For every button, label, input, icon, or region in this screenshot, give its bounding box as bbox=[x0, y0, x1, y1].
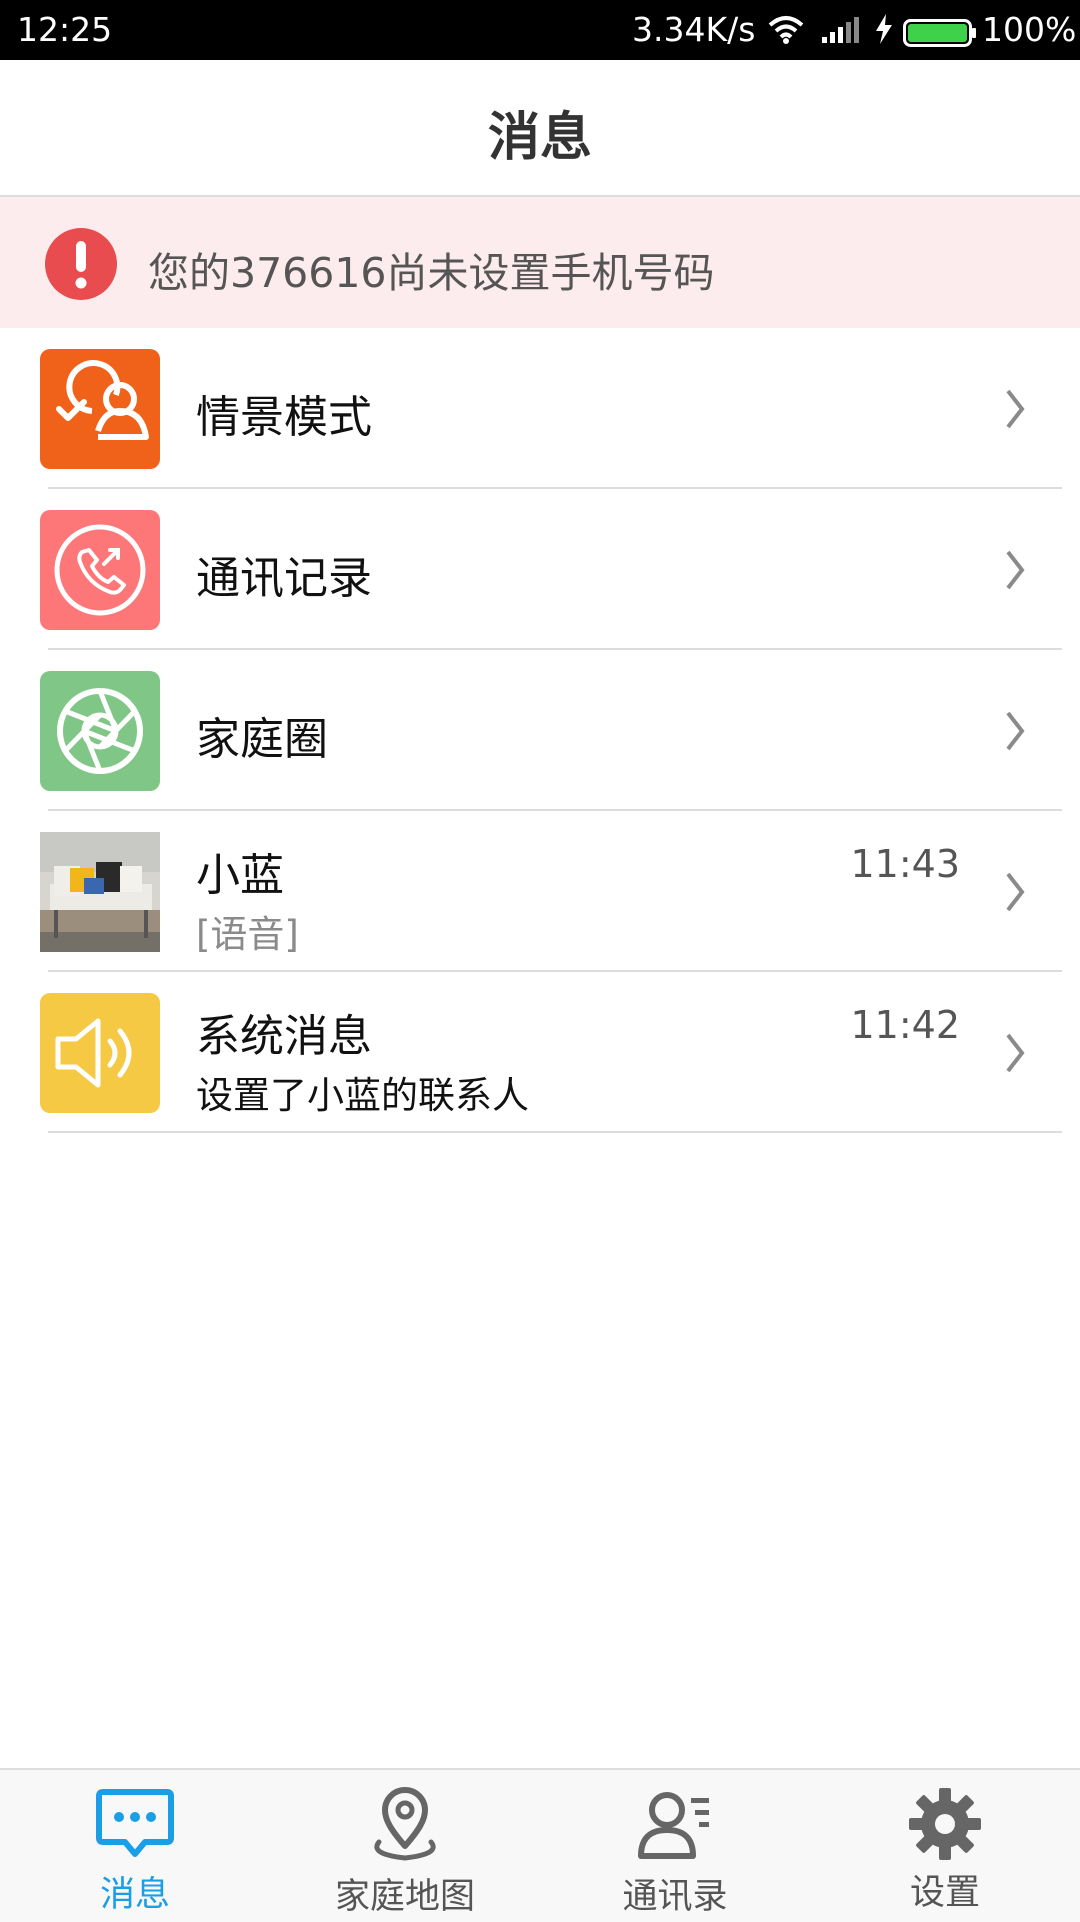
avatar bbox=[40, 832, 160, 952]
speaker-icon bbox=[40, 993, 160, 1113]
tab-settings[interactable]: 设置 bbox=[810, 1770, 1080, 1922]
item-subtitle: 设置了小蓝的联系人 bbox=[196, 1074, 529, 1117]
divider bbox=[48, 1131, 1062, 1133]
item-time: 11:43 bbox=[850, 842, 960, 886]
battery-icon bbox=[903, 16, 977, 55]
item-title: 小蓝 bbox=[196, 850, 284, 901]
list-item-family-circle[interactable]: 家庭圈 bbox=[0, 651, 1080, 811]
location-pin-icon bbox=[374, 1787, 436, 1861]
status-time: 12:25 bbox=[17, 10, 113, 49]
bottom-tab-bar: 消息 家庭地图 通讯录 设置 bbox=[0, 1768, 1080, 1922]
list-item-scene-mode[interactable]: 情景模式 bbox=[0, 329, 1080, 489]
chevron-right-icon bbox=[1006, 872, 1025, 912]
chevron-right-icon bbox=[1006, 389, 1025, 429]
exclamation-icon bbox=[45, 228, 117, 300]
wifi-icon bbox=[768, 14, 804, 53]
divider bbox=[48, 648, 1062, 650]
page-title: 消息 bbox=[487, 108, 592, 168]
tab-label: 消息 bbox=[99, 1875, 170, 1915]
app-header: 消息 bbox=[0, 60, 1080, 197]
scene-mode-icon bbox=[40, 349, 160, 469]
tab-label: 设置 bbox=[909, 1873, 980, 1913]
gear-icon bbox=[909, 1788, 981, 1860]
chevron-right-icon bbox=[1006, 1033, 1025, 1073]
phone-icon bbox=[40, 510, 160, 630]
item-title: 情景模式 bbox=[196, 392, 372, 443]
tab-family-map[interactable]: 家庭地图 bbox=[270, 1770, 540, 1922]
chevron-right-icon bbox=[1006, 711, 1025, 751]
item-subtitle: [语音] bbox=[196, 913, 299, 956]
list-item-call-records[interactable]: 通讯记录 bbox=[0, 490, 1080, 650]
tab-label: 家庭地图 bbox=[334, 1877, 475, 1917]
chevron-right-icon bbox=[1006, 550, 1025, 590]
divider bbox=[48, 487, 1062, 489]
phone-number-alert[interactable]: 您的376616尚未设置手机号码 bbox=[0, 197, 1080, 328]
list-item-system-messages[interactable]: 系统消息 设置了小蓝的联系人 11:42 bbox=[0, 973, 1080, 1133]
status-bar: 12:25 3.34K/s 100% bbox=[0, 0, 1080, 60]
signal-icon bbox=[820, 14, 860, 53]
network-speed: 3.34K/s bbox=[632, 10, 756, 49]
divider bbox=[48, 970, 1062, 972]
item-time: 11:42 bbox=[850, 1003, 960, 1047]
tab-label: 通讯录 bbox=[622, 1877, 728, 1917]
tab-contacts[interactable]: 通讯录 bbox=[540, 1770, 810, 1922]
alert-text: 您的376616尚未设置手机号码 bbox=[148, 249, 715, 297]
item-title: 系统消息 bbox=[196, 1011, 372, 1062]
item-title: 家庭圈 bbox=[196, 714, 328, 765]
item-title: 通讯记录 bbox=[196, 553, 372, 604]
divider bbox=[48, 809, 1062, 811]
tab-messages[interactable]: 消息 bbox=[0, 1770, 270, 1922]
charging-icon bbox=[874, 13, 894, 53]
contacts-icon bbox=[638, 1792, 709, 1859]
aperture-icon bbox=[40, 671, 160, 791]
message-icon bbox=[96, 1789, 174, 1857]
battery-percent: 100% bbox=[982, 10, 1077, 49]
list-item-contact-xiaolan[interactable]: 小蓝 [语音] 11:43 bbox=[0, 812, 1080, 972]
